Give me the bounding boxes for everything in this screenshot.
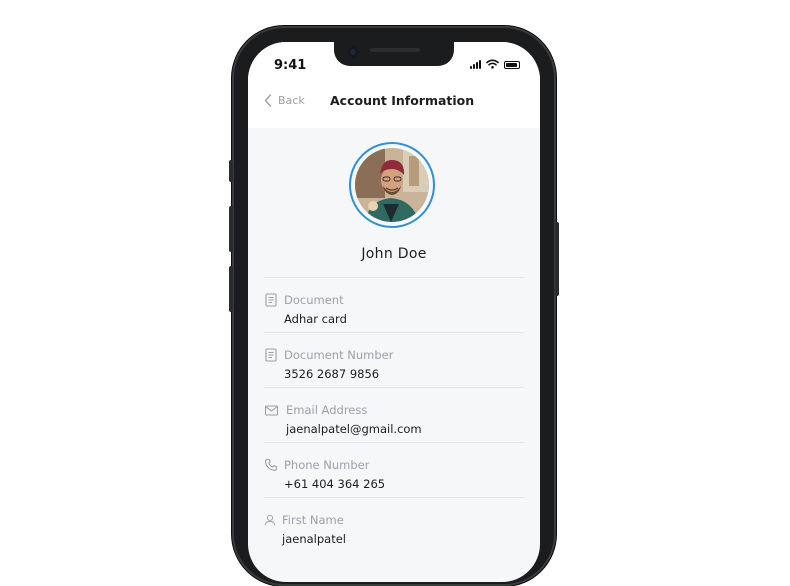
- volume-up-button: [229, 206, 233, 252]
- field-label: Email Address: [286, 403, 368, 417]
- avatar-ring[interactable]: [349, 142, 435, 228]
- phone-icon: [264, 458, 277, 471]
- phone-screen: 9:41 Back Account Information John Doe D…: [248, 42, 540, 582]
- status-icons: [470, 59, 520, 69]
- profile-name: John Doe: [361, 246, 427, 262]
- info-row-first-name[interactable]: First Name jaenalpatel: [264, 498, 524, 552]
- info-row-document[interactable]: Document Adhar card: [264, 278, 524, 332]
- field-value: jaenalpatel@gmail.com: [286, 422, 422, 436]
- page-title: Account Information: [330, 93, 475, 108]
- chevron-left-icon: [264, 94, 272, 107]
- avatar: [355, 148, 429, 222]
- document-icon: [265, 348, 277, 362]
- wifi-icon: [486, 59, 499, 69]
- battery-icon: [504, 61, 520, 69]
- info-row-document-number[interactable]: Document Number 3526 2687 9856: [264, 333, 524, 387]
- account-info-list: Document Adhar card Document Number 3526…: [264, 277, 524, 552]
- field-value: Adhar card: [284, 312, 347, 326]
- back-label: Back: [278, 94, 305, 107]
- info-row-phone[interactable]: Phone Number +61 404 364 265: [264, 443, 524, 497]
- user-icon: [264, 514, 276, 526]
- field-value: jaenalpatel: [282, 532, 346, 546]
- cellular-signal-icon: [470, 60, 481, 69]
- field-value: 3526 2687 9856: [284, 367, 380, 381]
- info-row-email[interactable]: Email Address jaenalpatel@gmail.com: [264, 388, 524, 442]
- volume-down-button: [229, 266, 233, 312]
- field-label: First Name: [282, 513, 344, 527]
- mail-icon: [264, 405, 279, 416]
- front-camera: [348, 47, 358, 57]
- document-icon: [265, 293, 277, 307]
- field-label: Phone Number: [284, 458, 370, 472]
- phone-frame: 9:41 Back Account Information John Doe D…: [229, 26, 559, 586]
- field-label: Document Number: [284, 348, 394, 362]
- back-button[interactable]: Back: [264, 94, 305, 107]
- field-label: Document: [284, 293, 344, 307]
- field-value: +61 404 364 265: [284, 477, 386, 491]
- notch: [334, 42, 454, 66]
- power-button: [555, 222, 559, 296]
- mute-switch: [229, 160, 233, 182]
- earpiece-speaker: [370, 48, 420, 52]
- status-time: 9:41: [274, 58, 307, 73]
